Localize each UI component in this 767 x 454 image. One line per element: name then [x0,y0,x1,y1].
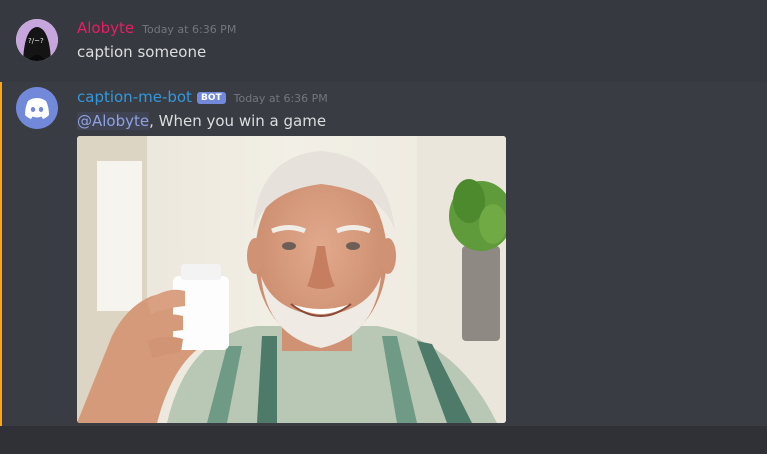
chat-message-list: ?/~? Alobyte Today at 6:36 PM caption so… [0,0,767,454]
dark-figure-avatar-icon: ?/~? [16,19,58,61]
user-mention[interactable]: @Alobyte [77,112,150,130]
avatar-caption-me-bot[interactable] [16,87,58,129]
message-input-area[interactable] [0,426,767,454]
image-attachment[interactable] [77,136,506,423]
message-header: caption-me-bot BOT Today at 6:36 PM [77,88,328,106]
username[interactable]: caption-me-bot [77,88,192,106]
discord-logo-icon [16,87,58,129]
bot-tag: BOT [196,92,226,104]
svg-text:?/~?: ?/~? [28,37,44,45]
avatar-alobyte[interactable]: ?/~? [16,19,58,61]
message-caption-me-bot: caption-me-bot BOT Today at 6:36 PM @Alo… [0,82,767,426]
message-body-text: , When you win a game [149,112,327,130]
message-text: caption someone [77,43,207,61]
message-text: @Alobyte, When you win a game [77,112,326,130]
message-alobyte: ?/~? Alobyte Today at 6:36 PM caption so… [0,0,767,82]
timestamp[interactable]: Today at 6:36 PM [234,92,328,105]
smiling-man-holding-bottle-image [77,136,506,423]
username[interactable]: Alobyte [77,19,134,37]
message-header: Alobyte Today at 6:36 PM [77,19,236,37]
timestamp[interactable]: Today at 6:36 PM [142,23,236,36]
